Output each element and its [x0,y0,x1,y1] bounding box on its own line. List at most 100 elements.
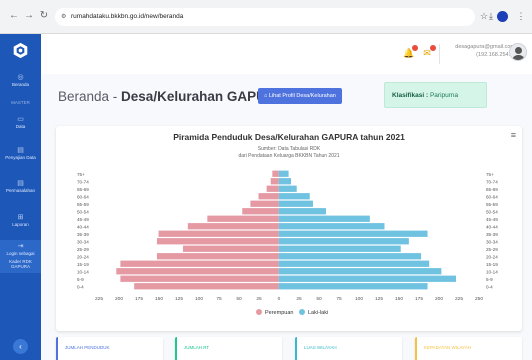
user-info[interactable]: desagapura@gmail.com (192.168.254.3) [453,43,515,59]
stat-card-kepadatan[interactable]: Kepadatan Wilayah [415,337,522,360]
browser-profile-icon[interactable] [497,11,508,22]
age-label-left: 5-9 [77,277,84,282]
bar-perempuan-20-24[interactable] [156,253,279,260]
browser-menu-icon[interactable]: ⋮ [515,9,527,23]
bar-perempuan-30-34[interactable] [156,238,279,245]
bar-laki-laki-75+[interactable] [278,170,289,177]
bar-laki-laki-40-44[interactable] [278,223,385,230]
bar-laki-laki-5-9[interactable] [278,275,456,282]
sidebar-toggle-button[interactable]: ‹ [13,339,28,354]
x-tick-label: 175 [415,296,423,302]
x-tick-label: 0 [278,296,281,302]
bar-perempuan-25-29[interactable] [182,245,279,252]
list-icon: ▤ [17,180,24,187]
bar-laki-laki-35-39[interactable] [278,230,428,237]
bar-perempuan-40-44[interactable] [187,223,279,230]
sidebar-item-beranda[interactable]: ◎ Beranda [0,74,41,88]
age-label-left: 40-44 [77,225,89,230]
age-label-left: 25-29 [77,247,89,252]
x-tick-label: 175 [135,296,143,302]
bar-laki-laki-25-29[interactable] [278,245,401,252]
x-tick-label: 100 [195,296,203,302]
age-label-left: 60-64 [77,195,89,200]
bar-perempuan-5-9[interactable] [120,275,279,282]
bar-laki-laki-15-19[interactable] [278,260,430,267]
sidebar-heading-master: MASTER [0,100,41,106]
user-switch-icon: ⇥ [17,243,24,250]
x-tick-label: 100 [355,296,363,302]
bar-perempuan-75+[interactable] [272,170,279,177]
age-label-left: 65-69 [77,187,89,192]
klasifikasi-label: Klasifikasi : [392,92,429,99]
x-tick-label: 125 [175,296,183,302]
bar-laki-laki-10-14[interactable] [278,268,442,275]
address-bar[interactable]: ⚙ rumahdataku.bkkbn.go.id/new/beranda [55,8,475,26]
age-label-right: 30-34 [486,240,498,245]
bar-laki-laki-55-59[interactable] [278,200,313,207]
age-label-left: 55-59 [77,202,89,207]
avatar[interactable] [509,43,527,61]
stat-card-luas[interactable]: Luas Wilayah [295,337,402,360]
sidebar-item-penyajian-data[interactable]: ▤ Penyajian Data [0,147,41,161]
sidebar-item-data[interactable]: ▭ Data [0,116,41,130]
legend-laki-laki[interactable]: Laki-laki [308,310,328,316]
bar-laki-laki-45-49[interactable] [278,215,370,222]
age-label-left: 50-54 [77,210,89,215]
klasifikasi-badge: Klasifikasi : Paripurna [384,82,487,108]
x-tick-label: 75 [336,296,342,302]
bar-laki-laki-60-64[interactable] [278,193,310,200]
stat-card-label: Kepadatan Wilayah [424,345,472,350]
bar-laki-laki-65-69[interactable] [278,185,297,192]
age-label-left: 70-74 [77,180,89,185]
x-tick-label: 200 [435,296,443,302]
url-text: rumahdataku.bkkbn.go.id/new/beranda [71,13,184,20]
app-logo-icon[interactable] [12,42,29,59]
sidebar-item-label: Beranda [11,82,29,87]
age-label-left: 15-19 [77,262,89,267]
back-icon[interactable]: ← [8,10,20,22]
lihat-profil-label: Lihat Profil Desa/Kelurahan [268,93,336,99]
bar-perempuan-60-64[interactable] [258,193,279,200]
bar-laki-laki-50-54[interactable] [278,208,326,215]
bar-perempuan-55-59[interactable] [250,200,279,207]
lihat-profil-button[interactable]: ⌂ Lihat Profil Desa/Kelurahan [258,88,342,104]
bar-perempuan-65-69[interactable] [266,185,279,192]
topbar-divider [439,44,440,64]
bar-perempuan-50-54[interactable] [242,208,279,215]
envelope-icon[interactable]: ✉ [421,45,436,59]
x-tick-label: 225 [455,296,463,302]
bar-laki-laki-0-4[interactable] [278,283,428,290]
notification-badge [412,45,418,51]
bell-icon[interactable]: 🔔 [403,45,418,59]
bar-perempuan-70-74[interactable] [270,178,279,185]
sidebar-item-permasalahan[interactable]: ▤ Permasalahan [0,180,41,194]
sidebar-item-login-sebagai[interactable]: ⇥ Login sebagai Kader RDK GAPURA [0,240,41,273]
bar-perempuan-0-4[interactable] [134,283,279,290]
age-label-right: 65-69 [486,187,498,192]
sidebar-item-label: Permasalahan [5,188,36,193]
bar-laki-laki-70-74[interactable] [278,178,292,185]
bar-perempuan-35-39[interactable] [158,230,279,237]
bar-laki-laki-20-24[interactable] [278,253,422,260]
sidebar-item-laporan[interactable]: ⊞ Laporan [0,214,41,228]
bar-perempuan-10-14[interactable] [116,268,279,275]
bar-laki-laki-30-34[interactable] [278,238,409,245]
chart-menu-icon[interactable]: ≡ [511,130,516,140]
age-label-right: 45-49 [486,217,498,222]
download-icon[interactable]: ⤓ [485,9,497,23]
chart-subtitle-1: Sumber: Data Tabulasi RDK [258,146,321,152]
age-label-left: 10-14 [77,270,89,275]
legend-perempuan[interactable]: Perempuan [265,310,293,316]
stat-card-penduduk[interactable]: Jumlah Penduduk [56,337,163,360]
forward-icon[interactable]: → [23,10,35,22]
bar-perempuan-45-49[interactable] [207,215,279,222]
user-email: desagapura@gmail.com [455,44,515,50]
reload-icon[interactable]: ↻ [38,10,50,22]
site-info-icon[interactable]: ⚙ [61,8,66,26]
bar-perempuan-15-19[interactable] [120,260,279,267]
age-label-right: 40-44 [486,225,498,230]
age-label-right: 55-59 [486,202,498,207]
x-tick-label: 50 [316,296,322,302]
stat-card-rt[interactable]: Jumlah RT [175,337,282,360]
table-icon: ▤ [17,147,24,154]
